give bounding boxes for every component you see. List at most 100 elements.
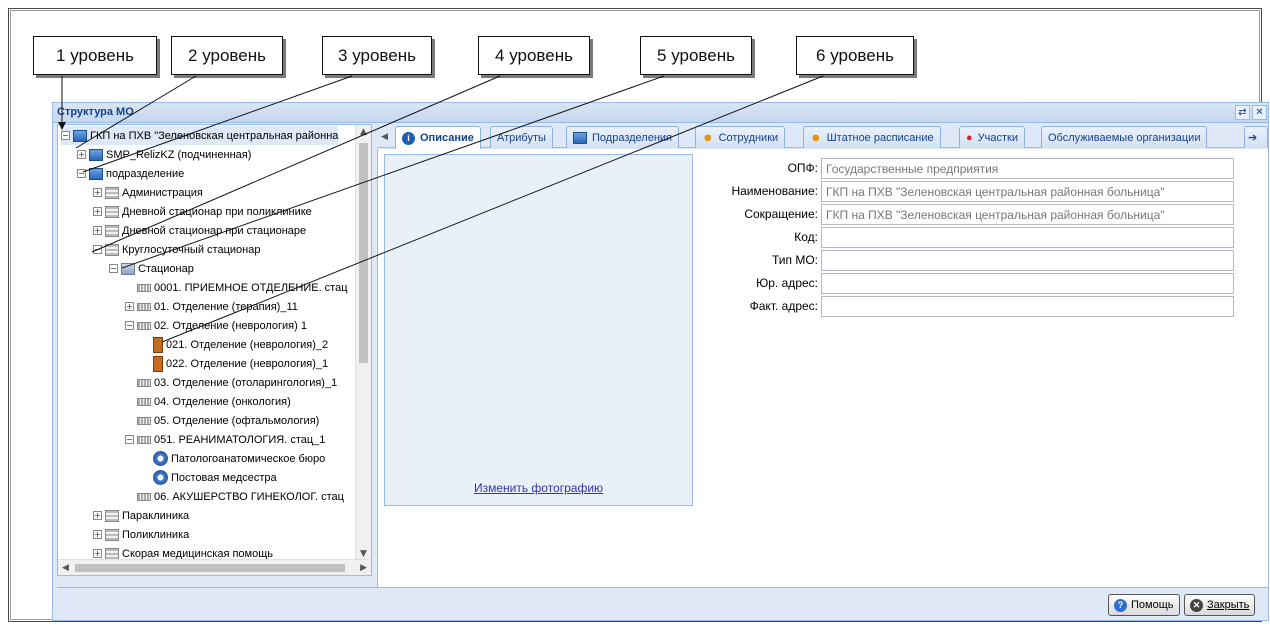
callout-level-6: 6 уровень bbox=[796, 36, 914, 75]
tree-node-label: Круглосуточный стационар bbox=[122, 243, 261, 256]
mo-type-label: Тип МО: bbox=[771, 253, 818, 267]
vertical-scroll-thumb[interactable] bbox=[359, 143, 368, 363]
horizontal-scroll-thumb[interactable] bbox=[75, 564, 345, 572]
collapse-icon[interactable]: − bbox=[77, 169, 86, 178]
expand-icon[interactable]: + bbox=[93, 549, 102, 558]
tree-node[interactable]: 06. АКУШЕРСТВО ГИНЕКОЛОГ. стац bbox=[125, 487, 344, 506]
tree-node[interactable]: − Круглосуточный стационар bbox=[93, 240, 260, 259]
change-photo-link[interactable]: Изменить фотографию bbox=[385, 481, 692, 495]
actual-address-field[interactable] bbox=[821, 296, 1234, 317]
building-icon bbox=[105, 205, 119, 218]
tree-node-label: Дневной стационар при поликлинике bbox=[122, 205, 312, 218]
collapse-icon[interactable]: − bbox=[93, 245, 102, 254]
help-icon: ? bbox=[1114, 598, 1127, 612]
footer-divider bbox=[57, 587, 1265, 588]
tab-employees[interactable]: ☻ Сотрудники bbox=[695, 126, 786, 148]
callout-level-1: 1 уровень bbox=[33, 36, 157, 75]
scroll-left-arrow-icon[interactable]: ◀ bbox=[62, 563, 69, 573]
collapse-icon[interactable]: − bbox=[61, 131, 70, 140]
tree-node-label: 01. Отделение (терапия)_11 bbox=[154, 300, 298, 313]
tab-strip: ◀ i Описание Атрибуты Подразделения ☻ Со… bbox=[377, 124, 1269, 149]
short-name-field[interactable]: ГКП на ПХВ "Зеленовская центральная райо… bbox=[821, 204, 1234, 225]
tree-node[interactable]: − 051. РЕАНИМАТОЛОГИЯ. стац_1 bbox=[125, 430, 325, 449]
expand-icon[interactable]: + bbox=[125, 302, 134, 311]
tree-node[interactable]: + SMP_RelizKZ (подчиненная) bbox=[77, 145, 251, 164]
tab-staffing[interactable]: ☻ Штатное расписание bbox=[803, 126, 941, 148]
tree-node[interactable]: − ГКП на ПХВ "Зеленовская центральная рай… bbox=[61, 126, 339, 145]
opf-field[interactable]: Государственные предприятия bbox=[821, 158, 1234, 179]
code-field[interactable] bbox=[821, 227, 1234, 248]
legal-address-label: Юр. адрес: bbox=[756, 276, 818, 290]
tree-node-label: 05. Отделение (офтальмология) bbox=[154, 414, 320, 427]
tree-node[interactable]: 021. Отделение (неврология)_2 bbox=[141, 335, 328, 354]
tree-node[interactable]: + Поликлиника bbox=[93, 525, 189, 544]
tab-label: Обслуживаемые организации bbox=[1048, 131, 1201, 144]
org-icon bbox=[89, 148, 103, 161]
tab-scroll-left-icon[interactable]: ◀ bbox=[381, 132, 388, 142]
collapse-icon[interactable]: − bbox=[125, 435, 134, 444]
photo-area: Изменить фотографию bbox=[384, 154, 693, 506]
tab-label: Сотрудники bbox=[718, 131, 779, 144]
tab-attributes[interactable]: Атрибуты bbox=[490, 126, 553, 148]
tree-node[interactable]: + Администрация bbox=[93, 183, 203, 202]
tree-node-label: 04. Отделение (онкология) bbox=[154, 395, 291, 408]
tree-node[interactable]: + Дневной стационар при поликлинике bbox=[93, 202, 312, 221]
tree-node[interactable]: − подразделение bbox=[77, 164, 184, 183]
help-button[interactable]: ? Помощь bbox=[1108, 594, 1180, 616]
tree-node-label: 02. Отделение (неврология) 1 bbox=[154, 319, 307, 332]
department-icon bbox=[137, 321, 151, 330]
tab-districts[interactable]: ● Участки bbox=[959, 126, 1025, 148]
expand-icon[interactable]: + bbox=[93, 188, 102, 197]
tree-node[interactable]: 05. Отделение (офтальмология) bbox=[125, 411, 319, 430]
tree-node[interactable]: +01. Отделение (терапия)_11 bbox=[125, 297, 298, 316]
tab-served-organizations[interactable]: Обслуживаемые организации bbox=[1041, 126, 1208, 148]
callout-level-5: 5 уровень bbox=[640, 36, 752, 75]
close-button-label: Закрыть bbox=[1207, 599, 1250, 611]
tree-node[interactable]: Постовая медсестра bbox=[141, 468, 277, 487]
tree-node-label: 03. Отделение (отоларингология)_1 bbox=[154, 376, 338, 389]
close-button[interactable]: ✕ Закрыть bbox=[1184, 594, 1256, 616]
tree-view: − ГКП на ПХВ "Зеленовская центральная рай… bbox=[57, 124, 372, 576]
tree-node-label: Поликлиника bbox=[122, 528, 190, 541]
vertical-scrollbar[interactable]: ▲ ▼ bbox=[355, 125, 371, 561]
person-icon: ☻ bbox=[702, 131, 714, 144]
expand-icon[interactable]: + bbox=[93, 530, 102, 539]
tree-node-label: Параклиника bbox=[122, 509, 190, 522]
department-icon bbox=[137, 283, 151, 292]
person-icon: ☻ bbox=[810, 131, 822, 144]
tree-node[interactable]: 04. Отделение (онкология) bbox=[125, 392, 291, 411]
callout-level-2: 2 уровень bbox=[171, 36, 283, 75]
scroll-right-arrow-icon[interactable]: ▶ bbox=[360, 563, 367, 573]
tab-subdivisions[interactable]: Подразделения bbox=[566, 126, 679, 148]
tree-node[interactable]: − Стационар bbox=[109, 259, 194, 278]
expand-icon[interactable]: + bbox=[93, 226, 102, 235]
tree-node[interactable]: Патологоанатомическое бюро bbox=[141, 449, 325, 468]
org-icon bbox=[73, 129, 87, 142]
name-field[interactable]: ГКП на ПХВ "Зеленовская центральная райо… bbox=[821, 181, 1234, 202]
scroll-down-arrow-icon[interactable]: ▼ bbox=[360, 549, 367, 559]
tab-content: Изменить фотографию ОПФ: Государственные … bbox=[377, 149, 1269, 588]
close-icon[interactable]: ✕ bbox=[1252, 105, 1267, 120]
tree-node[interactable]: − 02. Отделение (неврология) 1 bbox=[125, 316, 307, 335]
tree-node-label: 022. Отделение (неврология)_1 bbox=[166, 357, 329, 370]
scroll-up-arrow-icon[interactable]: ▲ bbox=[360, 127, 367, 137]
panel-header: Структура МО ⇄ ✕ bbox=[53, 103, 1268, 123]
tree-node[interactable]: 0001. ПРИЕМНОЕ ОТДЕЛЕНИЕ. стац bbox=[125, 278, 348, 297]
restore-icon[interactable]: ⇄ bbox=[1235, 105, 1250, 120]
tree-node-label: 021. Отделение (неврология)_2 bbox=[166, 338, 329, 351]
tree-node[interactable]: 03. Отделение (отоларингология)_1 bbox=[125, 373, 337, 392]
expand-icon[interactable]: + bbox=[93, 511, 102, 520]
collapse-icon[interactable]: − bbox=[109, 264, 118, 273]
horizontal-scrollbar[interactable]: ◀ ▶ bbox=[58, 559, 371, 575]
tree-node[interactable]: + Параклиника bbox=[93, 506, 189, 525]
tab-description[interactable]: i Описание bbox=[395, 126, 481, 149]
tab-more[interactable]: ➔ bbox=[1244, 126, 1268, 148]
tree-node[interactable]: + Дневной стационар при стационаре bbox=[93, 221, 306, 240]
expand-icon[interactable]: + bbox=[93, 207, 102, 216]
mo-type-field[interactable] bbox=[821, 250, 1234, 271]
tree-node[interactable]: 022. Отделение (неврология)_1 bbox=[141, 354, 328, 373]
collapse-icon[interactable]: − bbox=[125, 321, 134, 330]
expand-icon[interactable]: + bbox=[77, 150, 86, 159]
tree-node-label: ГКП на ПХВ "Зеленовская центральная райо… bbox=[90, 129, 339, 142]
legal-address-field[interactable] bbox=[821, 273, 1234, 294]
